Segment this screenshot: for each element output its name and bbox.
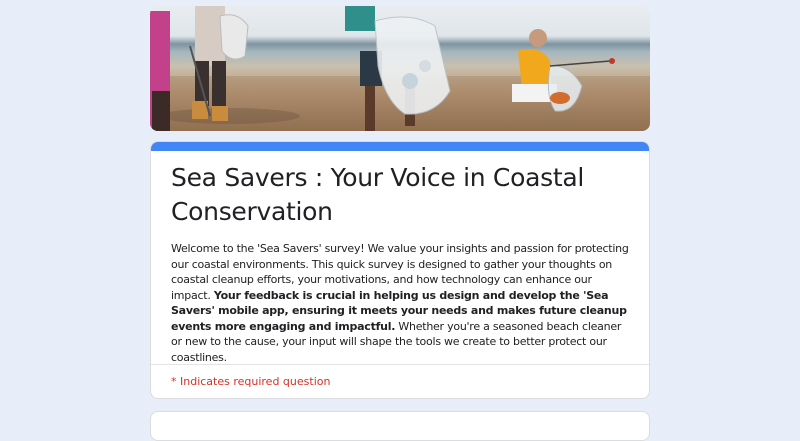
header-banner-image [150, 6, 650, 131]
form-description: Welcome to the 'Sea Savers' survey! We v… [171, 241, 629, 365]
accent-bar [151, 142, 649, 151]
form-title: Sea Savers : Your Voice in Coastal Conse… [171, 163, 584, 226]
form-header-card: Sea Savers : Your Voice in Coastal Conse… [150, 141, 650, 399]
required-question-note: * Indicates required question [171, 375, 331, 388]
beach-cleanup-illustration [150, 6, 650, 131]
next-question-card [150, 411, 650, 441]
divider [151, 364, 649, 365]
